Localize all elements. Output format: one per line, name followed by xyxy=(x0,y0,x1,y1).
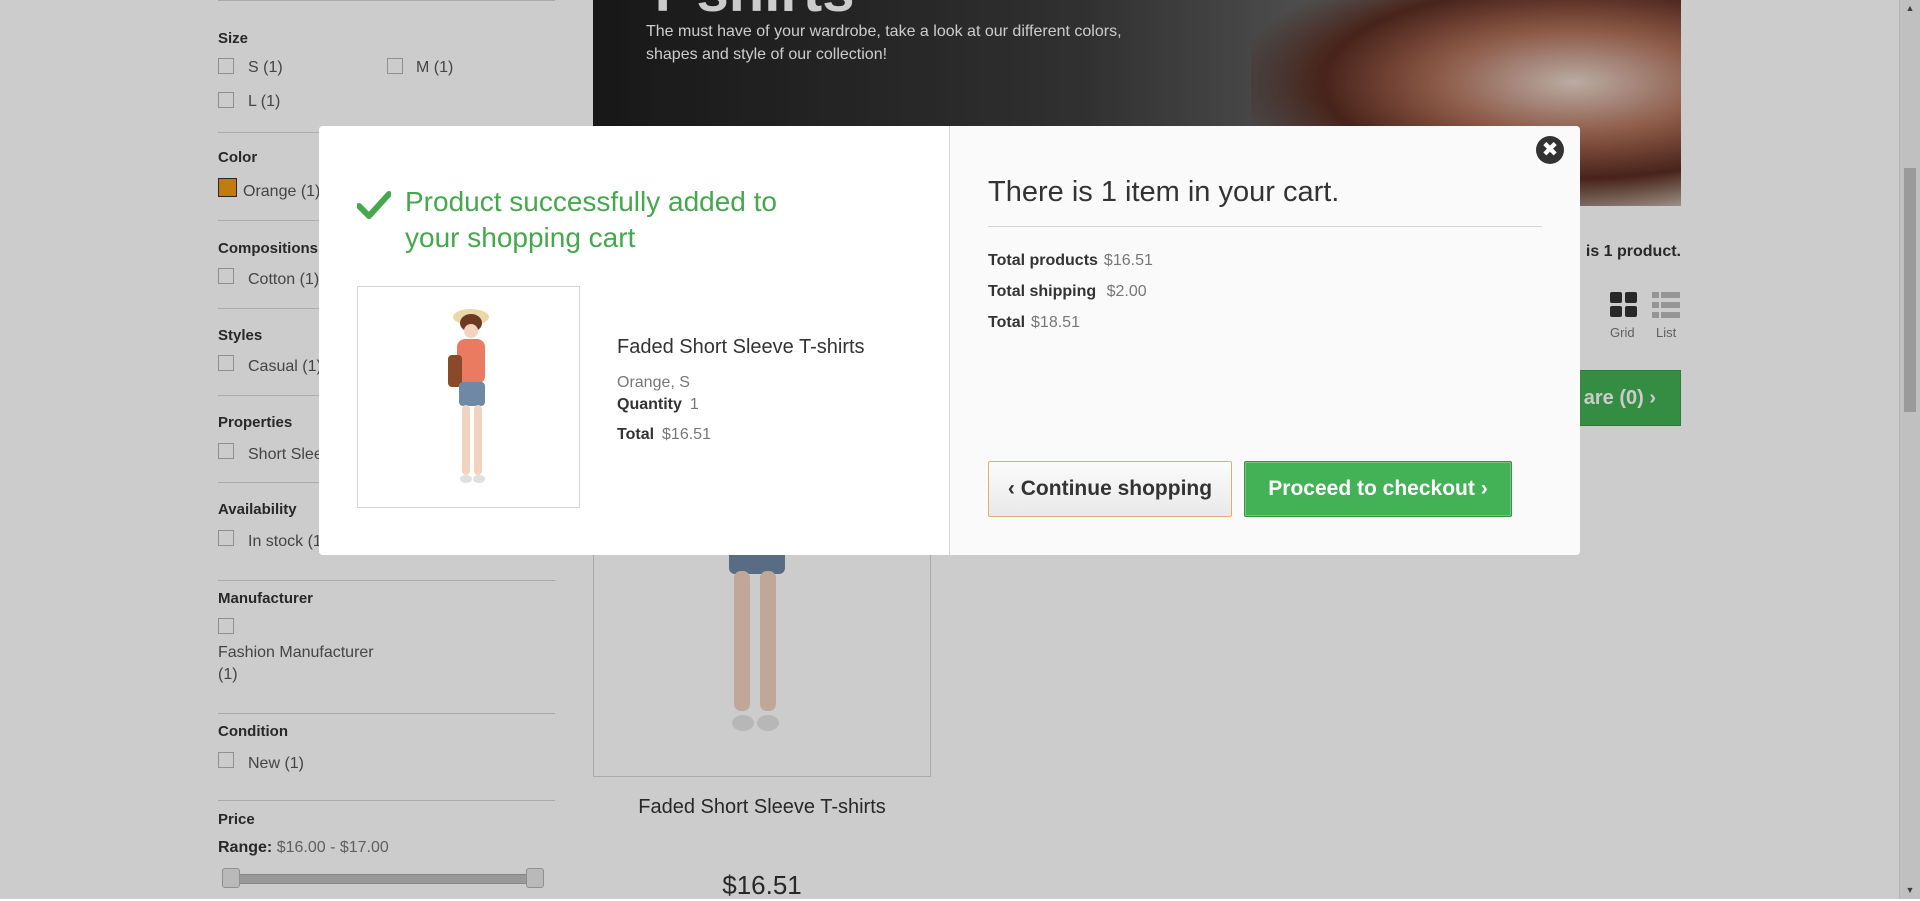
added-product-panel: Product successfully added to your shopp… xyxy=(319,126,949,555)
added-product-image xyxy=(357,286,580,508)
grand-total-row: Total $18.51 xyxy=(988,314,1080,331)
divider xyxy=(988,226,1542,227)
cart-summary-panel: There is 1 item in your cart. Total prod… xyxy=(949,126,1580,555)
proceed-to-checkout-button[interactable]: Proceed to checkout › xyxy=(1244,461,1512,517)
added-product-total: Total $16.51 xyxy=(617,426,711,443)
total-shipping-row: Total shipping $2.00 xyxy=(988,283,1147,300)
checkmark-icon xyxy=(357,191,391,219)
chevron-right-icon: › xyxy=(1480,477,1488,500)
add-to-cart-modal: Product successfully added to your shopp… xyxy=(319,126,1580,555)
cart-summary-title: There is 1 item in your cart. xyxy=(988,176,1340,208)
added-product-attributes: Orange, S xyxy=(617,374,690,391)
total-products-row: Total products $16.51 xyxy=(988,252,1153,269)
success-message: Product successfully added to your shopp… xyxy=(405,186,777,253)
chevron-left-icon: ‹ xyxy=(1007,477,1015,500)
added-product-quantity: Quantity 1 xyxy=(617,396,699,413)
added-product-name: Faded Short Sleeve T-shirts xyxy=(617,336,865,358)
continue-shopping-button[interactable]: ‹ Continue shopping xyxy=(988,461,1232,517)
close-icon[interactable]: ✖ xyxy=(1536,136,1564,164)
product-photo xyxy=(448,309,489,483)
